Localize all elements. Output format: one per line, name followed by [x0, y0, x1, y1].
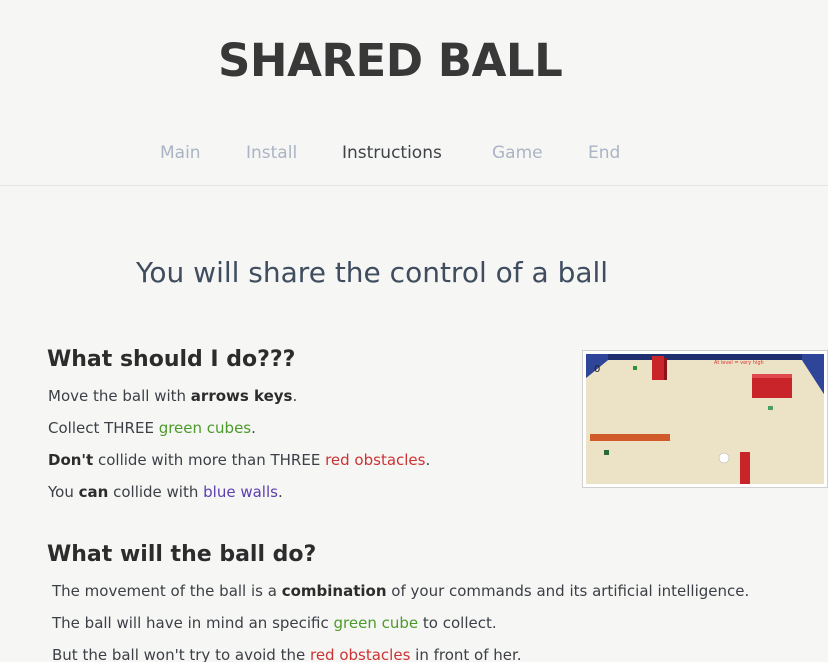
instruction-text: You: [48, 483, 79, 501]
instruction-text: of your commands and its artificial inte…: [386, 582, 750, 600]
instruction-text: .: [251, 419, 256, 437]
game-screenshot: 0 At level = very high: [582, 350, 828, 488]
instruction-text: The ball will have in mind an specific: [52, 614, 334, 632]
site-title: SHARED BALL: [218, 34, 563, 87]
instruction-avoid: Don't collide with more than THREE red o…: [48, 451, 430, 469]
page-headline: You will share the control of a ball: [136, 256, 609, 289]
instruction-text: collide with: [108, 483, 204, 501]
nav-divider: [0, 185, 828, 186]
red-obstacles-text: red obstacles: [309, 646, 411, 662]
main-nav: Main Install Instructions Game End: [0, 143, 828, 165]
game-score: 0: [594, 364, 600, 375]
section-title-what-to-do: What should I do???: [47, 347, 296, 372]
red-obstacles-text: red obstacles: [325, 451, 426, 469]
nav-item-instructions[interactable]: Instructions: [342, 143, 442, 163]
instruction-text: to collect.: [418, 614, 497, 632]
instruction-emphasis: Don't: [48, 451, 94, 469]
instruction-text: Move the ball with: [48, 387, 191, 405]
instruction-text: in front of her.: [410, 646, 522, 662]
instruction-move: Move the ball with arrows keys.: [48, 387, 297, 405]
instruction-text: collide with more than THREE: [93, 451, 326, 469]
instruction-text: Collect THREE: [48, 419, 159, 437]
instruction-text: .: [425, 451, 431, 469]
instruction-collect: Collect THREE green cubes.: [48, 419, 256, 437]
game-hud: At level = very high: [714, 360, 764, 366]
instruction-emphasis: can: [78, 483, 109, 501]
nav-item-game[interactable]: Game: [492, 143, 543, 163]
instruction-text: .: [277, 483, 283, 501]
game-screenshot-icon: 0 At level = very high: [586, 354, 824, 484]
ball-behavior-combination: The movement of the ball is a combinatio…: [52, 582, 749, 600]
green-cubes-text: green cubes: [158, 419, 252, 437]
blue-walls-text: blue walls: [203, 483, 278, 501]
instruction-text: The movement of the ball is a: [52, 582, 282, 600]
instruction-text: But the ball won't try to avoid the: [52, 646, 310, 662]
instruction-emphasis: arrows keys: [190, 387, 293, 405]
ball-behavior-obstacles: But the ball won't try to avoid the red …: [52, 646, 522, 662]
section-title-ball-behavior: What will the ball do?: [47, 542, 317, 567]
nav-item-install[interactable]: Install: [246, 143, 297, 163]
ball-behavior-target: The ball will have in mind an specific g…: [52, 614, 497, 632]
nav-item-main[interactable]: Main: [160, 143, 201, 163]
instruction-text: .: [292, 387, 298, 405]
instruction-emphasis: combination: [281, 582, 387, 600]
nav-item-end[interactable]: End: [588, 143, 620, 163]
green-cube-text: green cube: [333, 614, 419, 632]
instruction-walls: You can collide with blue walls.: [48, 483, 283, 501]
